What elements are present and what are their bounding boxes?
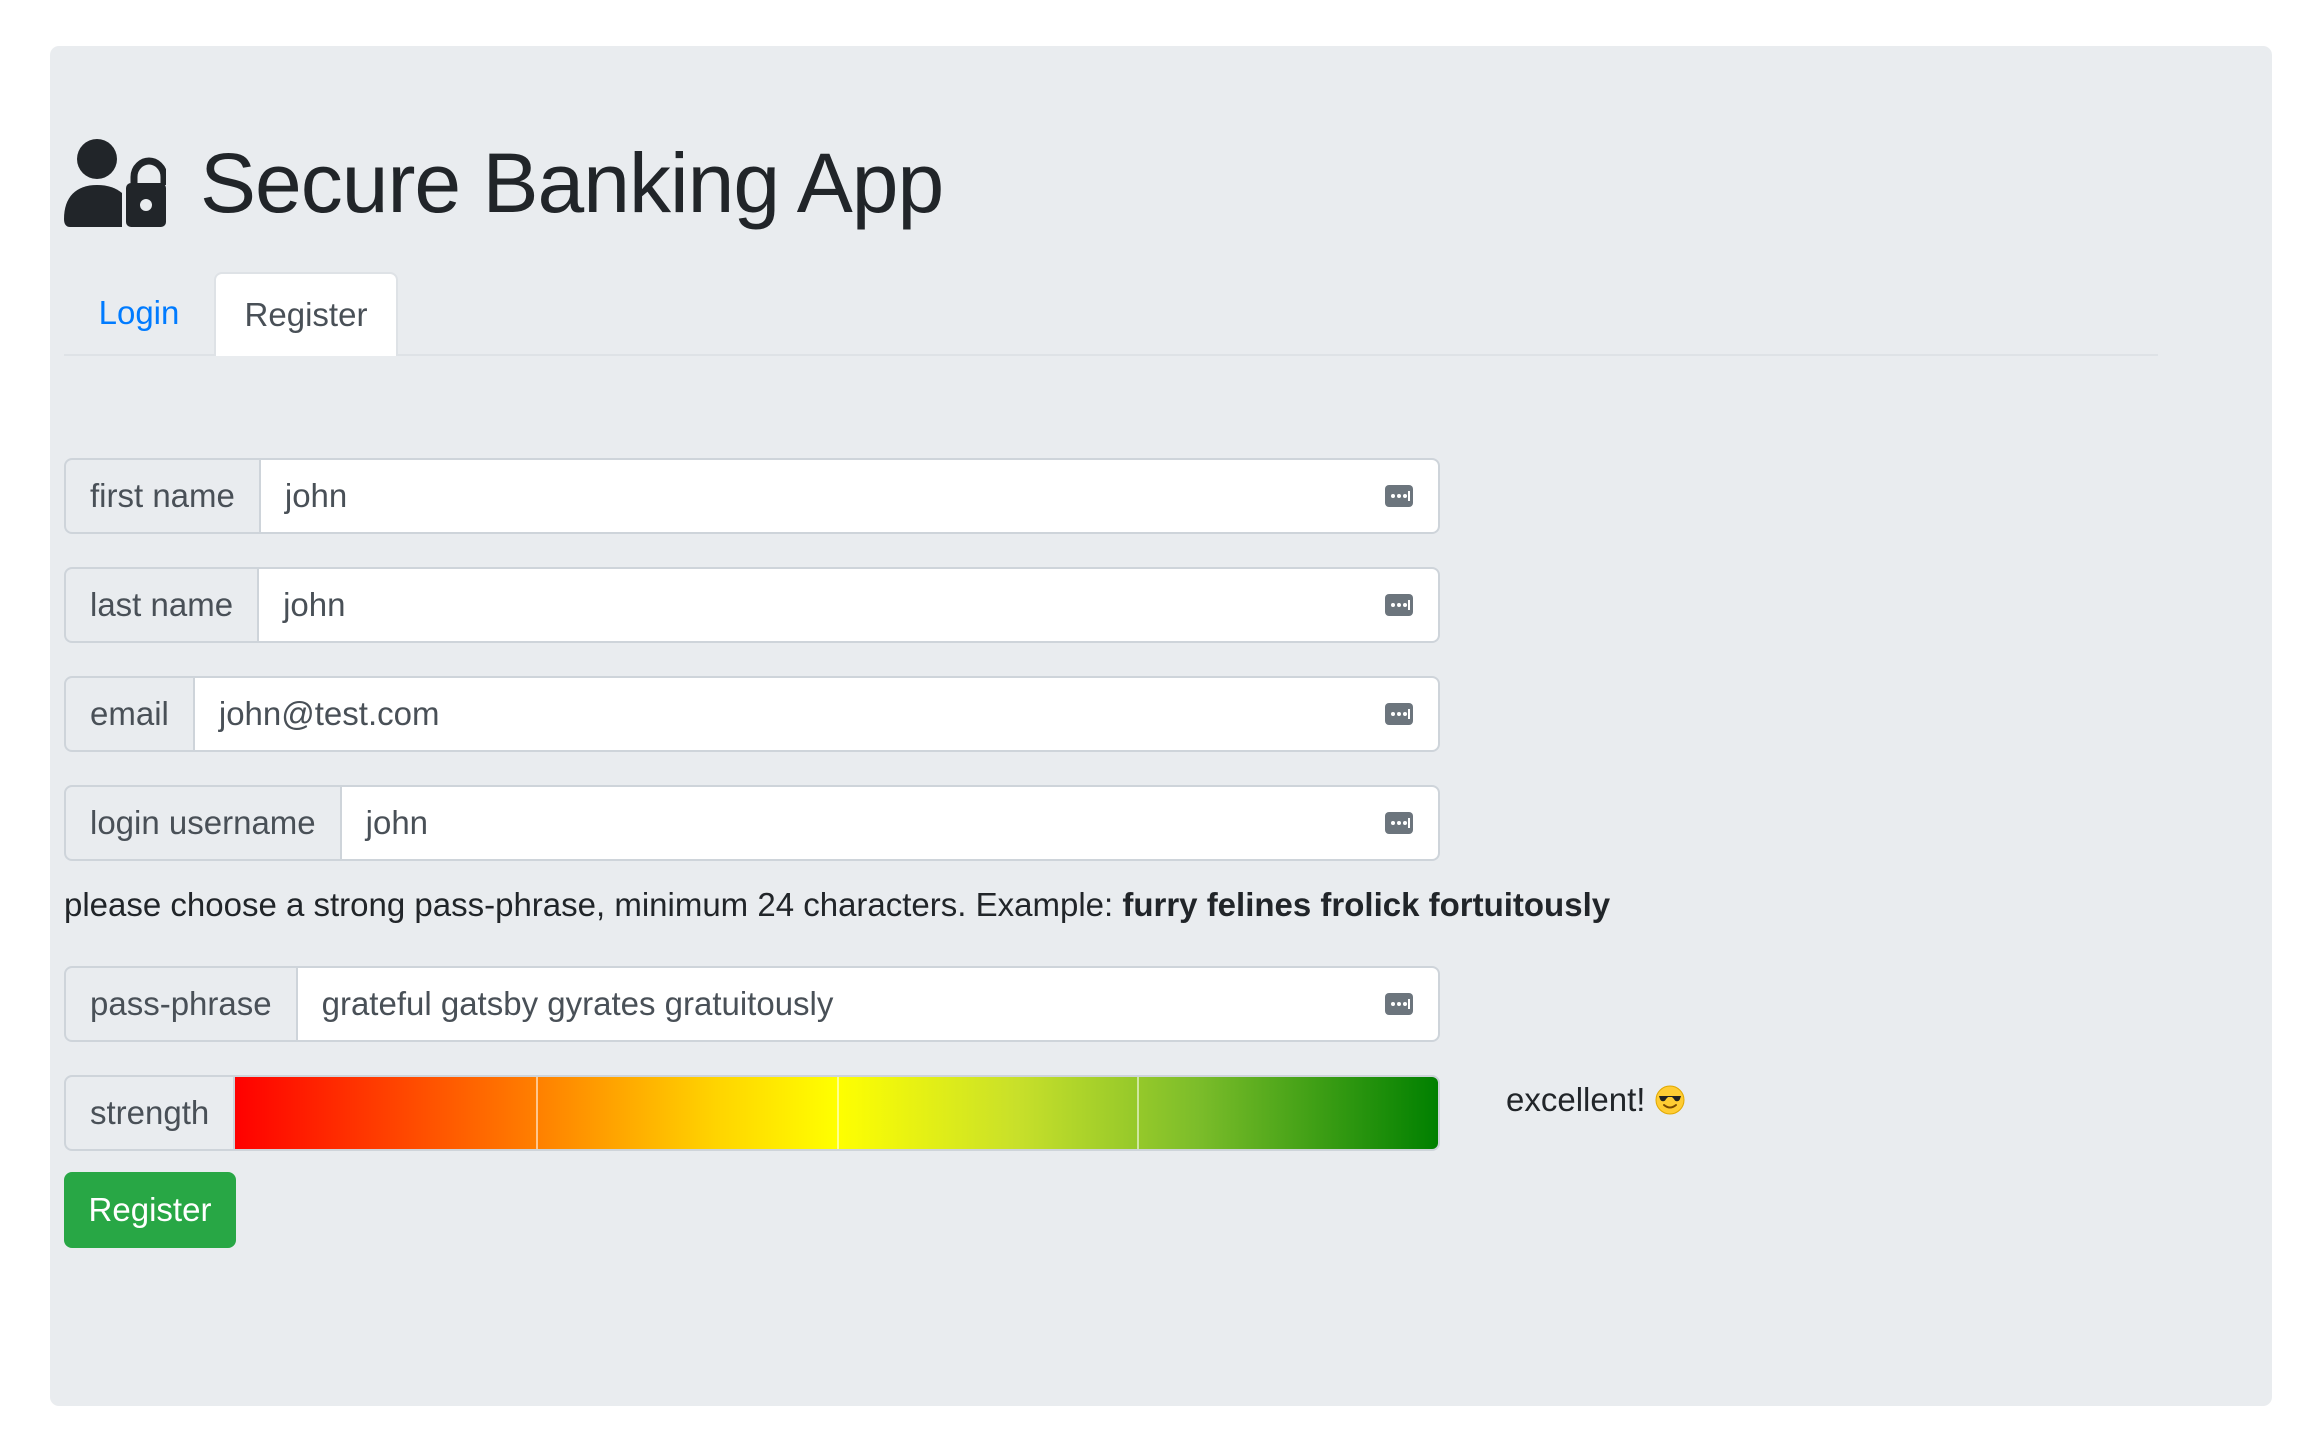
password-manager-icon[interactable]: [1384, 811, 1414, 835]
first-name-group: first name john: [64, 458, 1440, 534]
smiling-face-with-sunglasses-icon: [1655, 1085, 1685, 1115]
username-label: login username: [64, 785, 342, 861]
auth-tabs: Login Register: [64, 272, 2158, 356]
username-field[interactable]: john: [341, 785, 1440, 861]
strength-result: excellent!: [1506, 1070, 1685, 1130]
last-name-value: john: [283, 586, 346, 623]
strength-meter: [235, 1075, 1440, 1151]
meter-divider: [535, 1077, 538, 1149]
email-value: john@test.com: [218, 695, 440, 732]
username-group: login username john: [64, 785, 1440, 861]
first-name-label: first name: [64, 458, 261, 534]
first-name-value: john: [284, 477, 348, 514]
last-name-group: last name john: [64, 567, 1440, 643]
tab-login[interactable]: Login: [64, 272, 214, 354]
password-manager-icon[interactable]: [1384, 992, 1414, 1016]
email-label: email: [64, 676, 195, 752]
page-header: Secure Banking App: [64, 128, 944, 238]
email-field[interactable]: john@test.com: [194, 676, 1440, 752]
username-value: john: [365, 804, 429, 841]
passphrase-label: pass-phrase: [64, 966, 298, 1042]
hint-text: please choose a strong pass-phrase, mini…: [64, 886, 1123, 923]
last-name-field[interactable]: john: [259, 567, 1440, 643]
passphrase-value: grateful gatsby gyrates gratuitously: [321, 985, 834, 1022]
passphrase-group: pass-phrase grateful gatsby gyrates grat…: [64, 966, 1440, 1042]
password-manager-icon[interactable]: [1384, 593, 1414, 617]
password-manager-icon[interactable]: [1384, 702, 1414, 726]
meter-divider: [1137, 1077, 1140, 1149]
tab-register[interactable]: Register: [214, 272, 398, 356]
first-name-field[interactable]: john: [260, 458, 1440, 534]
strength-result-text: excellent!: [1506, 1081, 1646, 1118]
page-title: Secure Banking App: [200, 135, 944, 230]
password-manager-icon[interactable]: [1384, 484, 1414, 508]
hint-example: furry felines frolick fortuitously: [1122, 886, 1611, 923]
meter-divider: [836, 1077, 839, 1149]
passphrase-field[interactable]: grateful gatsby gyrates gratuitously: [297, 966, 1440, 1042]
email-group: email john@test.com: [64, 676, 1440, 752]
register-button[interactable]: Register: [64, 1172, 236, 1248]
passphrase-hint: please choose a strong pass-phrase, mini…: [64, 886, 1610, 924]
strength-group: strength: [64, 1075, 1440, 1151]
user-lock-icon: [64, 139, 166, 227]
last-name-label: last name: [64, 567, 260, 643]
strength-label: strength: [64, 1075, 236, 1151]
